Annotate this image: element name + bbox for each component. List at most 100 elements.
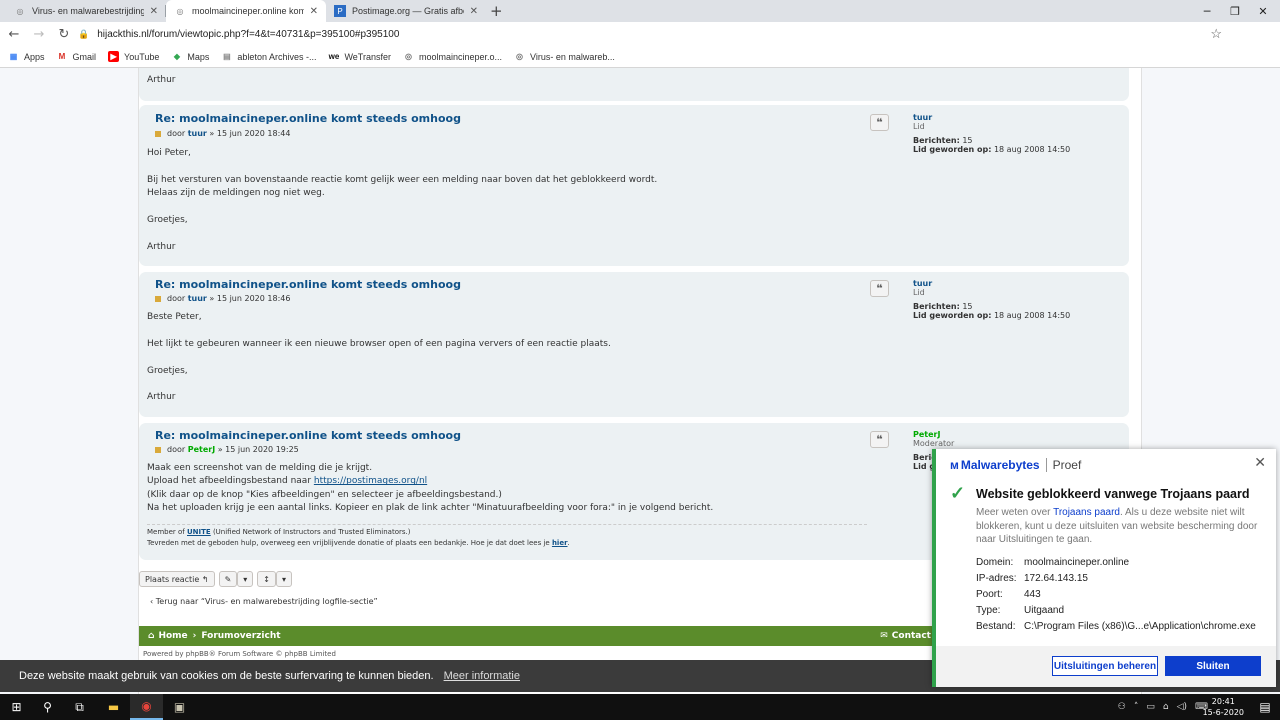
quote-button[interactable]: ❝ (870, 280, 889, 297)
apps-grid-icon: ▦ (9, 52, 18, 61)
manage-exclusions-button[interactable]: Uitsluitingen beheren (1052, 656, 1158, 676)
post-author[interactable]: tuur (188, 294, 207, 303)
detail-type: Type: Uitgaand (976, 605, 1065, 616)
postimage-favicon-icon: P (334, 5, 346, 17)
chevron-down-icon: ▾ (243, 574, 248, 584)
donate-link[interactable]: hier (552, 539, 568, 547)
forum-favicon-icon: ◎ (16, 6, 24, 16)
profile-username[interactable]: tuur (913, 279, 1070, 289)
bookmarks-bar: ▦ Apps M Gmail ▶ YouTube ◆ Maps ▤ ableton Arc… (0, 46, 1280, 68)
lock-icon[interactable]: 🔒 (78, 29, 89, 40)
postimages-link[interactable]: https://postimages.org/nl (314, 476, 427, 486)
task-view-icon[interactable]: ⧉ (63, 694, 96, 720)
cookie-more-info-link[interactable]: Meer informatie (444, 670, 520, 682)
home-icon: ⌂ (148, 631, 155, 641)
file-explorer-icon[interactable]: ▬ (97, 694, 130, 720)
bookmark-apps[interactable]: ▦ Apps (8, 51, 45, 62)
contact-link[interactable]: Contact (892, 631, 931, 641)
wetransfer-icon: we (328, 52, 340, 61)
bookmark-wetransfer[interactable]: we WeTransfer (328, 51, 391, 62)
network-icon[interactable]: ⌂ (1163, 702, 1169, 712)
volume-icon[interactable]: ◁) (1177, 702, 1187, 712)
close-notification-button[interactable]: Sluiten (1165, 656, 1261, 676)
chrome-icon[interactable]: ◉ (130, 694, 163, 720)
back-arrow-icon[interactable]: ← (3, 23, 25, 45)
unite-link[interactable]: UNITE (187, 528, 211, 536)
tab-virus-forum[interactable]: ◎ Virus- en malwarebestrijding logf ✕ (6, 0, 166, 22)
signature: Member of UNITE (Unified Network of Inst… (147, 524, 867, 549)
malwarebytes-brand: ᴍ Malwarebytes Proef (950, 458, 1082, 472)
chevron-down-icon: ▾ (282, 574, 287, 584)
forum-favicon-icon: ◎ (404, 52, 412, 61)
post-action-bar: Plaats reactie ↰ ✎ ▾ ↕ ▾ (139, 571, 296, 587)
post-meta: door tuur » 15 jun 2020 18:44 (155, 129, 290, 138)
tools-button[interactable]: ✎ (218, 571, 238, 587)
app-icon[interactable]: ▣ (163, 694, 196, 720)
search-icon[interactable]: ⚲ (31, 694, 64, 720)
wrench-icon: ✎ (224, 574, 232, 584)
tools-dropdown-button[interactable]: ▾ (237, 571, 254, 587)
bookmark-virus-forum[interactable]: ◎ Virus- en malwareb... (514, 51, 615, 62)
post-date: » 15 jun 2020 19:25 (217, 445, 299, 454)
notifications-icon[interactable]: ▤ (1250, 694, 1280, 720)
previous-post-tail: Arthur (139, 68, 1129, 101)
new-tab-button[interactable]: + (490, 2, 503, 20)
post-icon (155, 446, 161, 453)
envelope-icon: ✉ (880, 631, 888, 641)
forward-arrow-icon[interactable]: → (28, 23, 50, 45)
post-title[interactable]: Re: moolmaincineper.online komt steeds o… (155, 429, 461, 442)
bookmark-gmail[interactable]: M Gmail (57, 51, 96, 62)
post-body: Hoi Peter, Bij het versturen van bovenst… (147, 148, 658, 252)
windows-taskbar: ⊞ ⚲ ⧉ ▬ ◉ ▣ ⚇ ˄ ▭ ⌂ ◁) ⌨ 20:41 15-6-2020… (0, 694, 1280, 720)
battery-icon[interactable]: ▭ (1146, 702, 1155, 712)
powered-by: Powered by phpBB® Forum Software © phpBB… (143, 650, 336, 658)
sort-icon: ↕ (263, 574, 270, 584)
sort-dropdown-button[interactable]: ▾ (276, 571, 293, 587)
bookmark-topic[interactable]: ◎ moolmaincineper.o... (403, 51, 502, 62)
sort-button[interactable]: ↕ (257, 571, 276, 587)
tab-current-topic[interactable]: ◎ moolmaincineper.online komt ste ✕ (166, 0, 326, 22)
post-author[interactable]: PeterJ (188, 445, 215, 454)
maps-icon: ◆ (173, 52, 180, 61)
bookmark-star-icon[interactable]: ☆ (1210, 26, 1222, 42)
close-tab-icon[interactable]: ✕ (470, 6, 478, 17)
url-text: hijackthis.nl/forum/viewtopic.php?f=4&t=… (97, 28, 400, 40)
post-date: » 15 jun 2020 18:44 (209, 129, 291, 138)
close-icon[interactable]: ✕ (1254, 454, 1266, 471)
profile-username[interactable]: tuur (913, 113, 1070, 123)
post-meta: door PeterJ » 15 jun 2020 19:25 (155, 445, 299, 454)
reply-button[interactable]: Plaats reactie ↰ (139, 571, 215, 587)
detail-file: Bestand: C:\Program Files (x86)\G...e\App… (976, 621, 1256, 632)
tab-label: Virus- en malwarebestrijding logf (32, 6, 144, 16)
chevron-up-icon[interactable]: ˄ (1134, 702, 1139, 712)
detail-ip: IP-adres: 172.64.143.15 (976, 573, 1088, 584)
back-to-forum-link[interactable]: ‹ Terug naar “Virus- en malwarebestrijdi… (150, 597, 378, 606)
forum-overview-link[interactable]: Forumoverzicht (201, 631, 280, 641)
gmail-icon: M (58, 52, 66, 61)
post-body: Beste Peter, Het lijkt te gebeuren wanne… (147, 312, 611, 403)
post-title[interactable]: Re: moolmaincineper.online komt steeds o… (155, 112, 461, 125)
bookmark-maps[interactable]: ◆ Maps (171, 51, 210, 62)
trojan-info-link[interactable]: Trojaans paard (1053, 507, 1120, 518)
people-icon[interactable]: ⚇ (1118, 702, 1126, 712)
checkmark-icon: ✓ (950, 483, 966, 503)
window-close-icon[interactable]: ✕ (1246, 0, 1280, 22)
post-title[interactable]: Re: moolmaincineper.online komt steeds o… (155, 278, 461, 291)
address-bar[interactable]: 🔒 hijackthis.nl/forum/viewtopic.php?f=4&… (72, 24, 1232, 44)
profile-rank: Lid (913, 287, 925, 297)
close-tab-icon[interactable]: ✕ (310, 6, 318, 17)
breadcrumb-separator: › (192, 631, 197, 641)
bookmark-ableton[interactable]: ▤ ableton Archives -... (221, 51, 316, 62)
taskbar-clock[interactable]: 20:41 15-6-2020 (1203, 696, 1244, 718)
quote-button[interactable]: ❝ (870, 114, 889, 131)
clock-date: 15-6-2020 (1202, 708, 1244, 717)
clock-time: 20:41 (1211, 697, 1235, 706)
quote-button[interactable]: ❝ (870, 431, 889, 448)
home-link[interactable]: Home (158, 631, 187, 641)
post-author[interactable]: tuur (188, 129, 207, 138)
bookmark-youtube[interactable]: ▶ YouTube (108, 51, 159, 62)
windows-start-icon[interactable]: ⊞ (0, 694, 33, 720)
post: Re: moolmaincineper.online komt steeds o… (139, 105, 1129, 266)
close-tab-icon[interactable]: ✕ (150, 6, 158, 17)
tab-postimage[interactable]: P Postimage.org — Gratis afbeeldin ✕ (326, 0, 486, 22)
